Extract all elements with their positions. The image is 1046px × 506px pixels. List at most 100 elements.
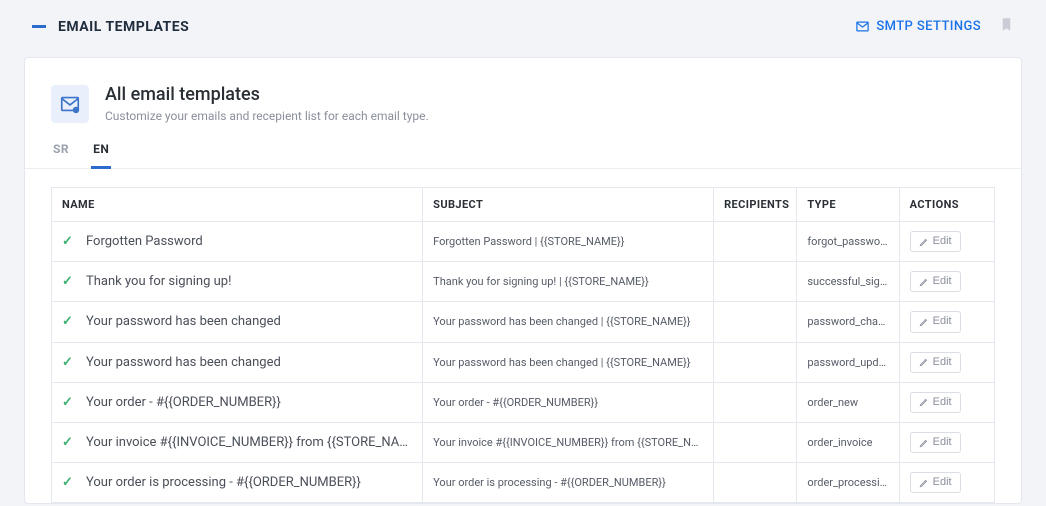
edit-button[interactable]: Edit: [910, 271, 961, 292]
lang-tab-sr[interactable]: SR: [51, 142, 71, 169]
col-actions: ACTIONS: [899, 188, 994, 222]
mail-icon: [855, 19, 870, 34]
pencil-icon: [919, 478, 929, 488]
template-name: ✓ Forgotten Password: [52, 222, 423, 262]
page-title: EMAIL TEMPLATES: [58, 19, 189, 35]
template-recipients: [714, 342, 797, 382]
template-subject: Forgotten Password | {{STORE_NAME}}: [423, 222, 714, 262]
template-name-text: Your password has been changed: [86, 314, 281, 329]
edit-button[interactable]: Edit: [910, 352, 961, 373]
template-name-text: Thank you for signing up!: [86, 274, 231, 289]
pencil-icon: [919, 397, 929, 407]
card-title: All email templates: [105, 84, 429, 105]
template-type: forgot_password: [797, 222, 899, 262]
table-wrap: NAME SUBJECT RECIPIENTS TYPE ACTIONS ✓ Fo…: [25, 169, 1021, 503]
card-header: All email templates Customize your email…: [25, 58, 1021, 133]
mail-settings-icon: [51, 85, 89, 123]
template-recipients: [714, 463, 797, 503]
col-subject: SUBJECT: [423, 188, 714, 222]
table-row: ✓ Your password has been changed Your pass…: [52, 342, 995, 382]
template-subject: Your invoice #{{INVOICE_NUMBER}} from {{…: [423, 422, 714, 462]
template-name: ✓ Your invoice #{{INVOICE_NUMBER}} from {…: [52, 422, 423, 462]
template-subject: Your password has been changed | {{STORE…: [423, 342, 714, 382]
actions-cell: Edit: [899, 302, 994, 342]
template-type: order_invoice: [797, 422, 899, 462]
edit-label: Edit: [933, 315, 952, 328]
template-name: ✓ Your password has been changed: [52, 342, 423, 382]
table-row: ✓ Your order is processing - #{{ORDER_NUM…: [52, 463, 995, 503]
check-icon: ✓: [62, 355, 76, 370]
pencil-icon: [919, 277, 929, 287]
template-recipients: [714, 262, 797, 302]
check-icon: ✓: [62, 234, 76, 249]
template-type: password_updated: [797, 342, 899, 382]
lang-tab-en[interactable]: EN: [91, 142, 111, 169]
col-name: NAME: [52, 188, 423, 222]
table-row: ✓ Thank you for signing up! Thank you for …: [52, 262, 995, 302]
pencil-icon: [919, 438, 929, 448]
edit-label: Edit: [933, 275, 952, 288]
template-recipients: [714, 302, 797, 342]
template-name-text: Your invoice #{{INVOICE_NUMBER}} from {{…: [86, 435, 423, 450]
template-type: order_processing: [797, 463, 899, 503]
template-type: password_changed: [797, 302, 899, 342]
smtp-settings-label: SMTP SETTINGS: [876, 19, 981, 34]
edit-button[interactable]: Edit: [910, 311, 961, 332]
template-name-text: Your order - #{{ORDER_NUMBER}}: [86, 395, 281, 410]
template-name-text: Your password has been changed: [86, 355, 281, 370]
edit-label: Edit: [933, 356, 952, 369]
template-subject: Your password has been changed | {{STORE…: [423, 302, 714, 342]
pencil-icon: [919, 237, 929, 247]
table-body: ✓ Forgotten Password Forgotten Password | …: [52, 222, 995, 503]
header-dash-icon: [32, 25, 46, 28]
page-header: EMAIL TEMPLATES SMTP SETTINGS: [0, 0, 1046, 47]
actions-cell: Edit: [899, 222, 994, 262]
table-header-row: NAME SUBJECT RECIPIENTS TYPE ACTIONS: [52, 188, 995, 222]
template-type: order_new: [797, 382, 899, 422]
template-recipients: [714, 222, 797, 262]
check-icon: ✓: [62, 475, 76, 490]
actions-cell: Edit: [899, 422, 994, 462]
pencil-icon: [919, 357, 929, 367]
template-subject: Thank you for signing up! | {{STORE_NAME…: [423, 262, 714, 302]
col-recipients: RECIPIENTS: [714, 188, 797, 222]
actions-cell: Edit: [899, 342, 994, 382]
table-row: ✓ Your password has been changed Your pass…: [52, 302, 995, 342]
smtp-settings-link[interactable]: SMTP SETTINGS: [855, 19, 981, 34]
template-recipients: [714, 382, 797, 422]
template-type: successful_sign_up: [797, 262, 899, 302]
check-icon: ✓: [62, 314, 76, 329]
template-name: ✓ Your password has been changed: [52, 302, 423, 342]
template-name-text: Forgotten Password: [86, 234, 203, 249]
template-name: ✓ Your order - #{{ORDER_NUMBER}}: [52, 382, 423, 422]
table-row: ✓ Forgotten Password Forgotten Password | …: [52, 222, 995, 262]
templates-table: NAME SUBJECT RECIPIENTS TYPE ACTIONS ✓ Fo…: [51, 187, 995, 503]
check-icon: ✓: [62, 395, 76, 410]
edit-button[interactable]: Edit: [910, 472, 961, 493]
card-titles: All email templates Customize your email…: [105, 84, 429, 123]
template-name: ✓ Thank you for signing up!: [52, 262, 423, 302]
edit-button[interactable]: Edit: [910, 231, 961, 252]
table-row: ✓ Your order - #{{ORDER_NUMBER}} Your orde…: [52, 382, 995, 422]
bookmark-icon[interactable]: [999, 16, 1014, 37]
template-name-text: Your order is processing - #{{ORDER_NUMB…: [86, 475, 361, 490]
check-icon: ✓: [62, 435, 76, 450]
actions-cell: Edit: [899, 262, 994, 302]
edit-label: Edit: [933, 396, 952, 409]
header-left: EMAIL TEMPLATES: [32, 19, 189, 35]
pencil-icon: [919, 317, 929, 327]
header-right: SMTP SETTINGS: [855, 16, 1014, 37]
template-subject: Your order is processing - #{{ORDER_NUMB…: [423, 463, 714, 503]
actions-cell: Edit: [899, 382, 994, 422]
template-recipients: [714, 422, 797, 462]
col-type: TYPE: [797, 188, 899, 222]
edit-label: Edit: [933, 476, 952, 489]
edit-label: Edit: [933, 235, 952, 248]
template-subject: Your order - #{{ORDER_NUMBER}}: [423, 382, 714, 422]
template-name: ✓ Your order is processing - #{{ORDER_NUM…: [52, 463, 423, 503]
card-subtitle: Customize your emails and recepient list…: [105, 109, 429, 123]
actions-cell: Edit: [899, 463, 994, 503]
edit-button[interactable]: Edit: [910, 432, 961, 453]
check-icon: ✓: [62, 274, 76, 289]
edit-button[interactable]: Edit: [910, 392, 961, 413]
